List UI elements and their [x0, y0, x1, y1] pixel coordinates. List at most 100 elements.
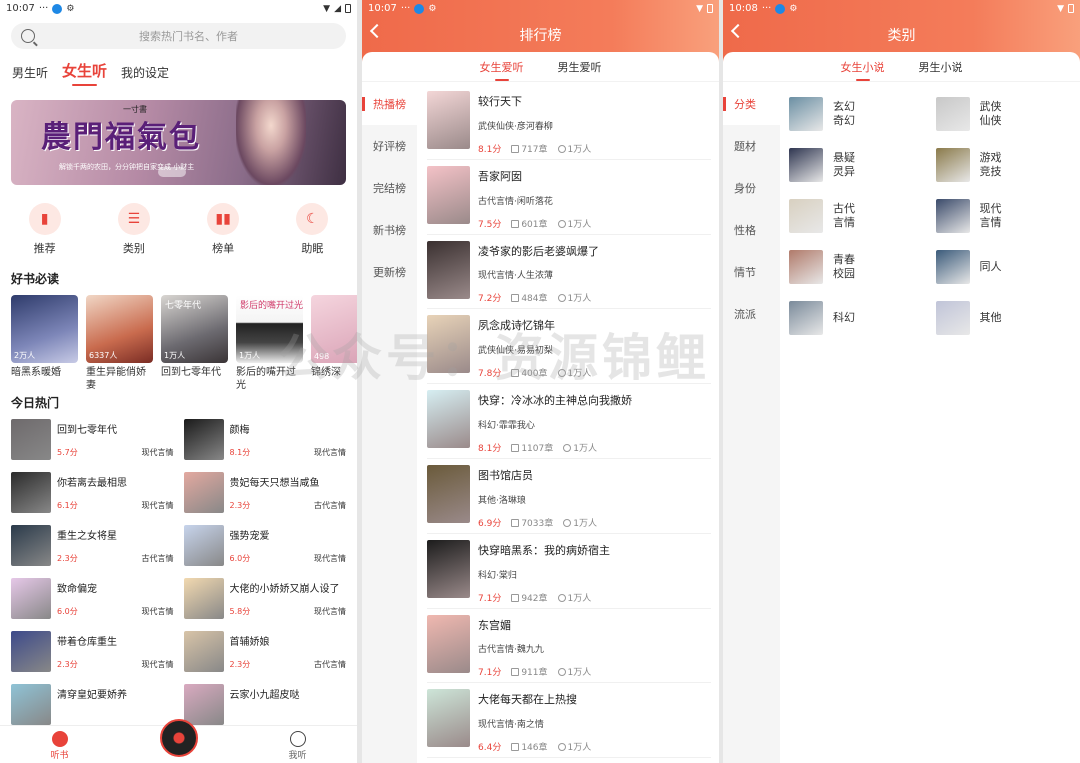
chapter-count-text: 601章 [521, 219, 548, 230]
nav-mine[interactable]: 我听 [268, 731, 328, 761]
search-input[interactable]: 搜索热门书名、作者 [11, 23, 346, 49]
category-side-item[interactable]: 题材 [723, 125, 780, 167]
category-side-item[interactable]: 性格 [723, 209, 780, 251]
listener-count-text: 1万人 [567, 144, 592, 155]
category-label: 科幻 [833, 311, 855, 324]
book-score: 5.8分 [229, 607, 251, 616]
back-icon[interactable] [730, 23, 746, 39]
book-name: 大佬每天都在上热搜 [478, 693, 577, 707]
nav-player[interactable] [149, 719, 209, 761]
ranking-book-item[interactable]: 夙念成诗忆锦年 武侠仙侠·易易初梨 7.8分 400章 1万人 [427, 309, 711, 385]
headphone-icon [557, 144, 566, 153]
book-score: 2.3分 [229, 501, 251, 510]
category-item[interactable]: 游戏竞技 [935, 148, 1073, 182]
must-read-book[interactable]: 498 锦绣深 [311, 295, 357, 392]
hot-book-item[interactable]: 回到七零年代 5.7分 现代言情 [11, 419, 174, 460]
book-cover: 6337人 [86, 295, 153, 363]
quick-category[interactable]: ☰ 类别 [99, 203, 169, 256]
tab-female-listen[interactable]: 女生听 [62, 60, 107, 86]
category-side-item[interactable]: 身份 [723, 167, 780, 209]
tab-female-favorite[interactable]: 女生爱听 [480, 59, 524, 81]
ranking-book-item[interactable]: 吾家阿囡 古代言情·闲听落花 7.5分 601章 1万人 [427, 160, 711, 235]
hot-book-item[interactable]: 重生之女将星 2.3分 古代言情 [11, 525, 174, 566]
ranking-book-item[interactable]: 较行天下 武侠仙侠·彦河春柳 8.1分 717章 1万人 [427, 85, 711, 160]
category-sheet: 女生小说 男生小说 分类 题材 身份 性格 情节 流派 玄幻奇幻 武侠仙侠悬疑灵异 游戏竞技古… [723, 52, 1080, 763]
quick-ranking[interactable]: ▮▮ 榜单 [188, 203, 258, 256]
book-name: 重生之女将星 [57, 531, 117, 542]
chapter-icon [511, 369, 520, 378]
hot-book-item[interactable]: 贵妃每天只想当咸鱼 2.3分 古代言情 [183, 472, 346, 513]
status-bar: 10:07 ··· ⚙ ▼ [362, 0, 719, 17]
page-title: 类别 [887, 27, 916, 44]
ranking-side-item[interactable]: 完结榜 [362, 167, 417, 209]
compass-icon [51, 731, 68, 747]
tab-male-listen[interactable]: 男生听 [12, 64, 48, 81]
nav-listen[interactable]: 听书 [30, 731, 90, 761]
category-item[interactable]: 古代言情 [789, 199, 926, 233]
bottom-nav: 听书 我听 [0, 719, 357, 763]
category-cover [935, 199, 970, 233]
must-read-book[interactable]: 2万人 暗黑系暖婚 [11, 295, 78, 392]
hot-book-item[interactable]: 颜梅 8.1分 现代言情 [183, 419, 346, 460]
must-read-book[interactable]: 七零年代 1万人 回到七零年代 [161, 295, 228, 392]
category-item[interactable]: 青春校园 [789, 250, 926, 284]
book-name: 夙念成诗忆锦年 [478, 319, 555, 333]
promo-banner[interactable]: 一寸書 農門福氣包 解锁千两的农田，分分钟把自家变成 小财主 [11, 100, 346, 185]
ranking-side-item[interactable]: 好评榜 [362, 125, 417, 167]
headphone-icon [557, 369, 566, 378]
hot-book-item[interactable]: 大佬的小娇娇又崩人设了 5.8分 现代言情 [183, 578, 346, 619]
ranking-side-item[interactable]: 更新榜 [362, 251, 417, 293]
gender-tabs: 女生爱听 男生爱听 [362, 52, 719, 82]
ranking-book-item[interactable]: 大佬每天都在上热搜 现代言情·南之情 6.4分 146章 1万人 [427, 683, 711, 759]
book-author: 古代言情·魏九九 [478, 645, 544, 656]
wifi-icon: ▼ [1057, 3, 1064, 14]
ranking-book-item[interactable]: 图书馆店员 其他·洛琳琅 6.9分 7033章 1万人 [427, 459, 711, 534]
category-item[interactable]: 其他 [935, 301, 1073, 335]
quick-recommend[interactable]: ▮ 推荐 [10, 203, 80, 256]
must-read-book[interactable]: 影后的嘴开过光 1万人 影后的嘴开过光 [236, 295, 303, 392]
book-cover: 影后的嘴开过光 1万人 [236, 295, 303, 363]
book-cover [183, 525, 224, 566]
category-side-item[interactable]: 情节 [723, 251, 780, 293]
ranking-book-item[interactable]: 东宫媚 古代言情·魏九九 7.1分 911章 1万人 [427, 609, 711, 684]
hot-book-item[interactable]: 你若离去最相思 6.1分 现代言情 [11, 472, 174, 513]
must-read-book[interactable]: 6337人 重生异能俏娇妻 [86, 295, 153, 392]
book-name: 图书馆店员 [478, 468, 533, 482]
quick-label: 推荐 [33, 242, 56, 255]
chapter-count: 942章 [511, 591, 548, 604]
category-item[interactable]: 科幻 [789, 301, 926, 335]
channel-tabs: 男生听 女生听 我的设定 [0, 59, 357, 86]
category-label: 武侠仙侠 [979, 100, 1002, 127]
moon-icon: ☾ [296, 203, 329, 235]
quick-sleep[interactable]: ☾ 助眠 [277, 203, 347, 256]
category-side-item[interactable]: 分类 [723, 83, 780, 125]
banner-title: 農門福氣包 [41, 120, 201, 155]
chapter-count-text: 717章 [521, 144, 548, 155]
ranking-book-item[interactable]: 凌爷家的影后老婆飒爆了 现代言情·人生浓薄 7.2分 484章 1万人 [427, 235, 711, 310]
hot-book-item[interactable]: 强势宠爱 6.0分 现代言情 [183, 525, 346, 566]
back-icon[interactable] [369, 23, 385, 39]
hot-book-item[interactable]: 首辅娇娘 2.3分 古代言情 [183, 631, 346, 672]
category-item[interactable]: 玄幻奇幻 [789, 97, 926, 131]
listener-count-text: 1万人 [573, 518, 597, 529]
ranking-book-item[interactable]: 快穿暗黑系：我的病娇宿主 科幻·棠归 7.1分 942章 1万人 [427, 534, 711, 609]
quick-label: 榜单 [212, 242, 235, 255]
ranking-side-item[interactable]: 新书榜 [362, 209, 417, 251]
category-item[interactable]: 现代言情 [935, 199, 1073, 233]
category-item[interactable]: 武侠仙侠 [935, 97, 1073, 131]
tab-male-favorite[interactable]: 男生爱听 [558, 59, 602, 75]
hot-book-item[interactable]: 致命偏宠 6.0分 现代言情 [11, 578, 174, 619]
tab-female-novels[interactable]: 女生小说 [841, 59, 885, 81]
listener-count-text: 1万人 [567, 294, 592, 305]
book-name: 致命偏宠 [57, 584, 97, 595]
category-side-item[interactable]: 流派 [723, 293, 780, 335]
category-item[interactable]: 同人 [935, 250, 1073, 284]
hot-book-item[interactable]: 带着仓库重生 2.3分 现代言情 [11, 631, 174, 672]
chapter-count-text: 1107章 [521, 443, 554, 454]
ranking-side-item[interactable]: 热播榜 [362, 83, 417, 125]
category-item[interactable]: 悬疑灵异 [789, 148, 926, 182]
ranking-book-item[interactable]: 快穿：冷冰冰的主神总向我撒娇 科幻·霏霏我心 8.1分 1107章 1万人 [427, 384, 711, 459]
tab-male-novels[interactable]: 男生小说 [919, 59, 963, 75]
tab-my-settings[interactable]: 我的设定 [121, 64, 169, 81]
book-score: 2.3分 [57, 554, 78, 563]
